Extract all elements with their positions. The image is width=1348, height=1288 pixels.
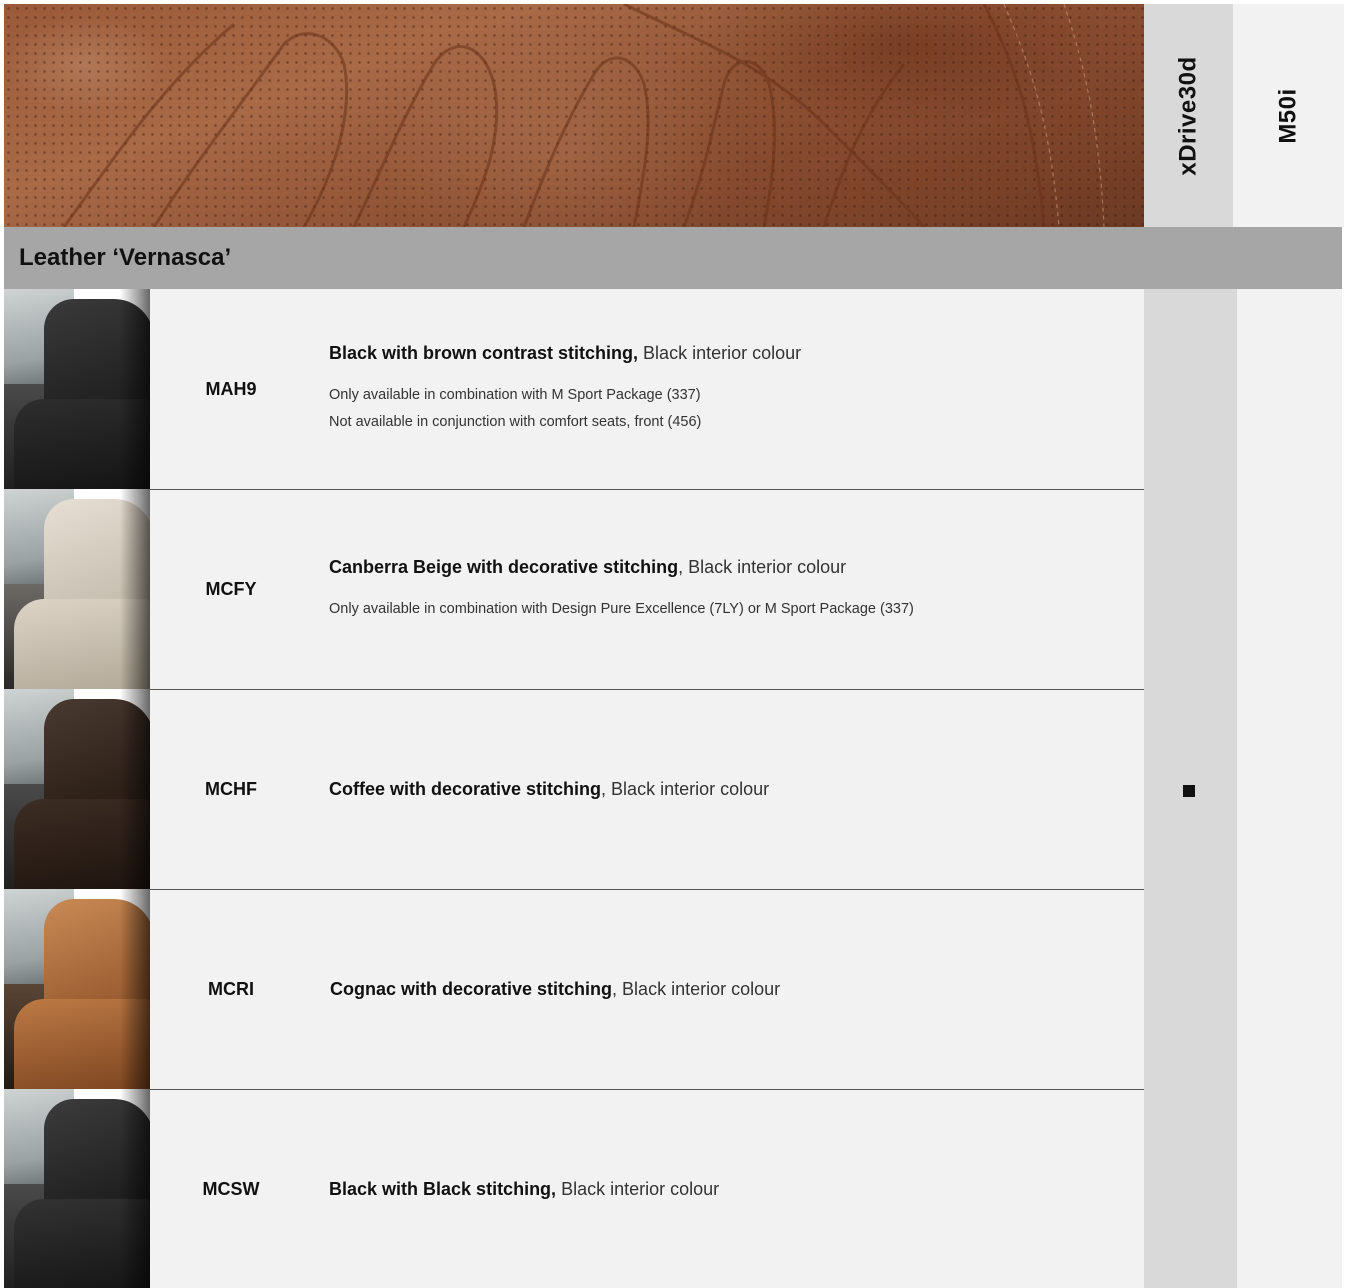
- cell-m50i: [1237, 689, 1342, 889]
- table-row: MAH9 Black with brown contrast stitching…: [4, 289, 1342, 489]
- option-title: Cognac with decorative stitching, Black …: [330, 979, 781, 999]
- row-body: MCHF Coffee with decorative stitching, B…: [150, 689, 1144, 889]
- cell-m50i: [1237, 489, 1342, 689]
- cell-m50i: [1237, 889, 1342, 1089]
- row-body: MAH9 Black with brown contrast stitching…: [150, 289, 1144, 489]
- option-description: Cognac with decorative stitching, Black …: [330, 890, 1130, 1089]
- cell-xdrive30d: [1144, 1089, 1237, 1288]
- column-header-label: M50i: [1274, 87, 1302, 144]
- option-description: Black with brown contrast stitching, Bla…: [329, 289, 1129, 489]
- table-row: MCRI Cognac with decorative stitching, B…: [4, 889, 1342, 1089]
- option-description: Black with Black stitching, Black interi…: [329, 1090, 1129, 1288]
- option-code: MCSW: [202, 1179, 260, 1199]
- option-code: MCRI: [208, 979, 254, 999]
- column-header-m50i: M50i: [1233, 4, 1344, 227]
- seat-thumbnail-image: [4, 489, 150, 689]
- table-row: MCSW Black with Black stitching, Black i…: [4, 1089, 1342, 1288]
- upholstery-table: MAH9 Black with brown contrast stitching…: [4, 289, 1342, 1288]
- table-row: MCHF Coffee with decorative stitching, B…: [4, 689, 1342, 889]
- option-description: Coffee with decorative stitching, Black …: [329, 690, 1129, 889]
- option-note: Only available in combination with Desig…: [329, 600, 914, 617]
- option-title: Coffee with decorative stitching, Black …: [329, 779, 770, 799]
- option-notes: Only available in combination with Desig…: [329, 596, 1129, 623]
- option-code: MCHF: [205, 779, 257, 799]
- column-header-xdrive30d: xDrive30d: [1144, 4, 1233, 227]
- cell-m50i: [1237, 289, 1342, 489]
- cell-xdrive30d: [1144, 889, 1237, 1089]
- option-code: MCFY: [205, 579, 257, 599]
- option-title: Black with Black stitching, Black interi…: [329, 1179, 720, 1199]
- seat-thumbnail-image: [4, 889, 150, 1089]
- cell-xdrive30d: [1144, 289, 1237, 489]
- seat-thumbnail-image: [4, 1089, 150, 1288]
- row-body: MCRI Cognac with decorative stitching, B…: [150, 889, 1144, 1089]
- seat-thumbnail-image: [4, 689, 150, 889]
- option-description: Canberra Beige with decorative stitching…: [329, 490, 1129, 689]
- row-body: MCFY Canberra Beige with decorative stit…: [150, 489, 1144, 689]
- section-title: Leather ‘Vernasca’: [19, 244, 232, 271]
- row-body: MCSW Black with Black stitching, Black i…: [150, 1089, 1144, 1288]
- cell-xdrive30d: [1144, 489, 1237, 689]
- option-note: Not available in conjunction with comfor…: [329, 413, 702, 430]
- leather-stitching-pattern: [62, 4, 1105, 227]
- option-title: Canberra Beige with decorative stitching…: [329, 556, 847, 577]
- hero-leather-image: [4, 4, 1144, 227]
- table-row: MCFY Canberra Beige with decorative stit…: [4, 489, 1342, 689]
- standard-marker-icon: [1183, 785, 1195, 797]
- option-note: Only available in combination with M Spo…: [329, 386, 701, 403]
- cell-m50i: [1237, 1089, 1342, 1288]
- column-header-label: xDrive30d: [1174, 55, 1202, 176]
- section-header: Leather ‘Vernasca’: [4, 227, 1342, 289]
- seat-thumbnail-image: [4, 289, 150, 489]
- option-title: Black with brown contrast stitching, Bla…: [329, 342, 802, 363]
- option-code: MAH9: [205, 378, 257, 399]
- option-notes: Only available in combination with M Spo…: [329, 382, 1129, 436]
